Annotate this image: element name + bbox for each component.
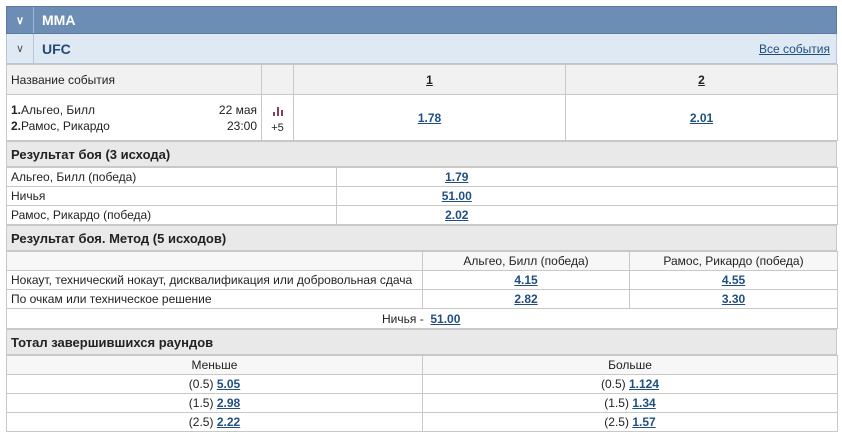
result-label: Альгео, Билл (победа) [6, 167, 337, 187]
col-2-header[interactable]: 2 [565, 64, 838, 95]
event-time: 23:00 [226, 118, 257, 133]
all-events-link[interactable]: Все события [759, 42, 836, 56]
result-section-title: Результат боя (3 исхода) [6, 141, 837, 167]
event-cell: 1.Альгео, Билл 2.Рамос, Рикардо 22 мая 2… [6, 94, 262, 141]
result-odd[interactable]: 1.79 [445, 170, 468, 184]
result-odd[interactable]: 2.02 [445, 208, 468, 222]
total-section-title: Тотал завершившихся раундов [6, 329, 837, 355]
sport-title: MMA [42, 12, 76, 28]
table-row: Альгео, Билл (победа) 1.79 [6, 167, 838, 187]
method-rows: Альгео, Билл (победа) Рамос, Рикардо (поб… [6, 251, 838, 329]
event-date: 22 мая [218, 102, 257, 117]
over-line: (1.5) [604, 396, 629, 410]
event-name-label: Название события [6, 64, 262, 95]
over-line: (2.5) [604, 415, 629, 429]
result-label: Ничья [6, 186, 337, 206]
method-odd[interactable]: 4.55 [722, 273, 745, 287]
league-header[interactable]: ∨ UFC Все события [6, 34, 837, 64]
table-row: (0.5) 5.05 (0.5) 1.124 [6, 374, 838, 394]
table-row: Ничья 51.00 [6, 186, 838, 206]
event-row: 1.Альгео, Билл 2.Рамос, Рикардо 22 мая 2… [6, 94, 838, 141]
result-odd[interactable]: 51.00 [442, 189, 472, 203]
over-odd[interactable]: 1.57 [632, 415, 655, 429]
table-row: Рамос, Рикардо (победа) 2.02 [6, 205, 838, 225]
under-line: (2.5) [188, 415, 214, 429]
table-row: Ничья - 51.00 [6, 308, 838, 329]
under-label: Меньше [6, 355, 423, 375]
bar-chart-icon[interactable] [272, 102, 284, 116]
table-header: Название события 1 2 [6, 64, 838, 95]
odd-2[interactable]: 2.01 [690, 111, 713, 125]
method-odd[interactable]: 2.82 [514, 292, 537, 306]
over-odd[interactable]: 1.34 [632, 396, 655, 410]
method-odd[interactable]: 3.30 [722, 292, 745, 306]
stats-cell[interactable]: +5 [261, 94, 294, 141]
league-title: UFC [42, 40, 71, 57]
method-section-title: Результат боя. Метод (5 исходов) [6, 225, 837, 251]
odds-panel: ∨ MMA ∨ UFC Все события Название события… [6, 6, 838, 432]
team1-num: 1. [11, 102, 22, 117]
method-draw-label: Ничья - [382, 311, 424, 326]
method-col-a: Альгео, Билл (победа) [422, 251, 630, 271]
col-1-header[interactable]: 1 [293, 64, 566, 95]
chevron-down-icon[interactable]: ∨ [7, 7, 34, 33]
under-line: (1.5) [188, 396, 214, 410]
method-odd[interactable]: 4.15 [514, 273, 537, 287]
result-label: Рамос, Рикардо (победа) [6, 205, 337, 225]
table-row: Нокаут, технический нокаут, дисквалифика… [6, 270, 838, 290]
total-rows: Меньше Больше (0.5) 5.05 (0.5) 1.124 (1.5)… [6, 355, 838, 432]
team2-num: 2. [11, 118, 22, 133]
odd-1[interactable]: 1.78 [418, 111, 441, 125]
over-line: (0.5) [600, 377, 626, 391]
chevron-down-icon[interactable]: ∨ [7, 34, 34, 63]
main-odds-table: Название события 1 2 1.Альгео, Билл 2.Ра… [6, 64, 838, 141]
total-table: Тотал завершившихся раундов [6, 329, 837, 355]
result-table: Результат боя (3 исхода) [6, 141, 837, 167]
under-line: (0.5) [188, 377, 214, 391]
over-label: Больше [422, 355, 838, 375]
method-draw-odd[interactable]: 51.00 [430, 312, 460, 326]
under-odd[interactable]: 2.22 [217, 415, 240, 429]
method-col-b: Рамос, Рикардо (победа) [629, 251, 838, 271]
under-odd[interactable]: 2.98 [217, 396, 240, 410]
result-rows: Альгео, Билл (победа) 1.79 Ничья 51.00 Рам… [6, 167, 838, 225]
table-row: (2.5) 2.22 (2.5) 1.57 [6, 412, 838, 432]
sport-header[interactable]: ∨ MMA [6, 6, 837, 34]
more-markets-count[interactable]: +5 [266, 122, 289, 134]
under-odd[interactable]: 5.05 [217, 377, 240, 391]
table-row: (1.5) 2.98 (1.5) 1.34 [6, 393, 838, 413]
team1-name: Альгео, Билл [21, 102, 95, 117]
over-odd[interactable]: 1.124 [629, 377, 659, 391]
method-label: Нокаут, технический нокаут, дисквалифика… [6, 270, 423, 290]
table-row: По очкам или техническое решение 2.82 3.30 [6, 289, 838, 309]
team2-name: Рамос, Рикардо [21, 118, 110, 133]
method-label: По очкам или техническое решение [6, 289, 423, 309]
method-table: Результат боя. Метод (5 исходов) [6, 225, 837, 251]
